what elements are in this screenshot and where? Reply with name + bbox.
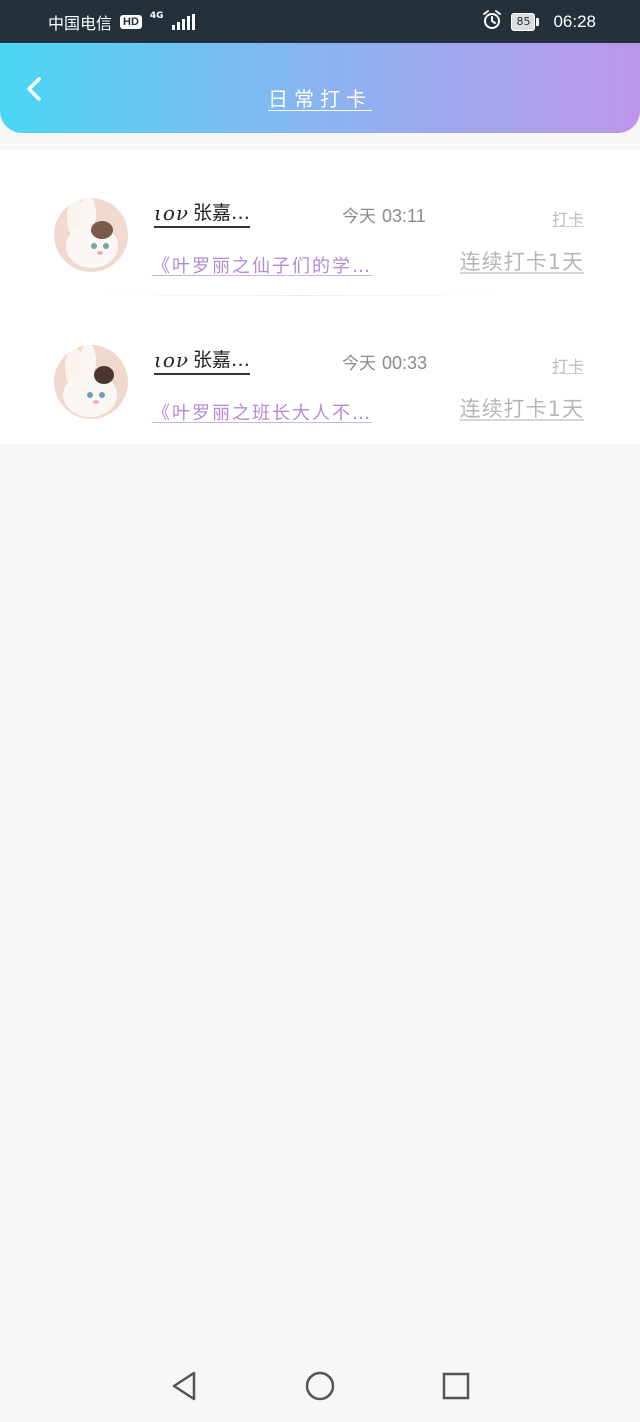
user-name-decoration: ιον (154, 348, 190, 372)
network-type-label: 4G (149, 11, 164, 21)
system-nav-bar (0, 1350, 640, 1422)
back-triangle-icon (172, 1371, 196, 1401)
avatar (54, 198, 128, 272)
home-circle-icon (305, 1371, 335, 1401)
list-item[interactable]: ιον 张嘉… 今天 03:11 打卡 《叶罗丽之仙子们的学… 连续打卡1天 (0, 150, 640, 297)
streak-label: 连续打卡1天 (459, 397, 584, 421)
signal-icon (171, 13, 195, 30)
checkin-list: ιον 张嘉… 今天 03:11 打卡 《叶罗丽之仙子们的学… 连续打卡1天 ιο… (0, 150, 640, 444)
divider (90, 295, 510, 296)
avatar (54, 345, 128, 419)
nav-back-button[interactable] (164, 1366, 204, 1406)
user-name: ιον 张嘉… (154, 194, 251, 228)
clock: 06:28 (553, 11, 596, 31)
nav-home-button[interactable] (300, 1366, 340, 1406)
book-title[interactable]: 《叶罗丽之仙子们的学… (152, 252, 410, 278)
user-name-decoration: ιον (154, 201, 190, 225)
battery-level: 85 (511, 12, 536, 31)
hd-icon: HD (120, 14, 142, 29)
streak-label: 连续打卡1天 (459, 250, 584, 274)
book-title[interactable]: 《叶罗丽之班长大人不… (152, 399, 410, 425)
checkin-tag: 打卡 (551, 210, 584, 229)
status-bar-left: 中国电信 HD 4G (48, 10, 195, 34)
list-item[interactable]: ιον 张嘉… 今天 00:33 打卡 《叶罗丽之班长大人不… 连续打卡1天 (0, 297, 640, 444)
checkin-clock: 03:11 (382, 206, 426, 226)
checkin-clock: 00:33 (382, 353, 428, 373)
status-bar-right: 85 06:28 (481, 9, 596, 35)
checkin-tag: 打卡 (551, 357, 584, 376)
checkin-day: 今天 (342, 354, 376, 374)
nav-recents-button[interactable] (436, 1366, 476, 1406)
user-name: ιον 张嘉… (154, 341, 251, 375)
page-title: 日常打卡 (268, 87, 372, 111)
user-name-text: 张嘉… (193, 349, 251, 371)
checkin-time: 今天 03:11 (342, 202, 426, 227)
checkin-time: 今天 00:33 (342, 349, 427, 374)
checkin-day: 今天 (342, 207, 376, 227)
battery-icon: 85 (511, 12, 540, 31)
user-name-text: 张嘉… (193, 202, 251, 224)
recents-square-icon (442, 1372, 470, 1400)
carrier-label: 中国电信 (48, 13, 113, 33)
header-bar: 日常打卡 (0, 43, 640, 133)
alarm-icon (481, 9, 503, 35)
status-bar: 中国电信 HD 4G 85 06:28 (0, 0, 640, 43)
